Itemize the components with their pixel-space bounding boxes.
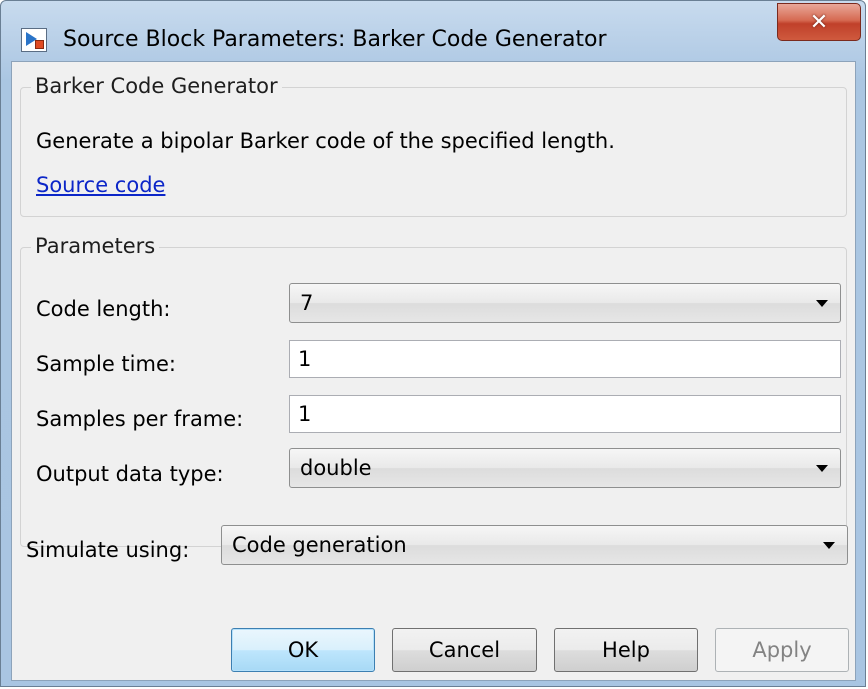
description-text: Generate a bipolar Barker code of the sp… <box>36 129 615 153</box>
dialog-body: Barker Code Generator Generate a bipolar… <box>11 61 856 681</box>
output-data-type-value: double <box>300 456 372 480</box>
samples-per-frame-label: Samples per frame: <box>36 407 244 431</box>
cancel-button[interactable]: Cancel <box>392 628 537 672</box>
simulate-using-label: Simulate using: <box>26 538 190 562</box>
parameters-group-legend: Parameters <box>31 234 160 258</box>
description-group: Barker Code Generator Generate a bipolar… <box>20 74 847 217</box>
close-icon: ✕ <box>809 9 829 35</box>
simulate-using-value: Code generation <box>232 533 407 557</box>
samples-per-frame-field[interactable] <box>289 395 841 433</box>
dialog-window: Source Block Parameters: Barker Code Gen… <box>0 0 866 687</box>
chevron-down-icon <box>816 465 828 472</box>
chevron-down-icon <box>823 542 835 549</box>
code-length-label: Code length: <box>36 297 171 321</box>
code-length-dropdown[interactable]: 7 <box>289 283 841 323</box>
ok-button[interactable]: OK <box>231 628 375 672</box>
close-button[interactable]: ✕ <box>777 3 861 41</box>
help-button[interactable]: Help <box>554 628 698 672</box>
sample-time-field[interactable] <box>289 340 841 378</box>
output-data-type-dropdown[interactable]: double <box>289 448 841 488</box>
code-length-value: 7 <box>300 291 314 315</box>
window-title: Source Block Parameters: Barker Code Gen… <box>63 27 607 52</box>
description-group-legend: Barker Code Generator <box>31 74 282 98</box>
sample-time-label: Sample time: <box>36 352 176 376</box>
apply-button[interactable]: Apply <box>715 628 849 672</box>
source-code-link[interactable]: Source code <box>36 173 165 197</box>
simulate-using-dropdown[interactable]: Code generation <box>221 525 848 565</box>
simulink-block-icon <box>21 28 47 52</box>
parameters-group: Parameters Code length: 7 Sample time: S… <box>20 234 847 547</box>
chevron-down-icon <box>816 300 828 307</box>
output-data-type-label: Output data type: <box>36 462 224 486</box>
